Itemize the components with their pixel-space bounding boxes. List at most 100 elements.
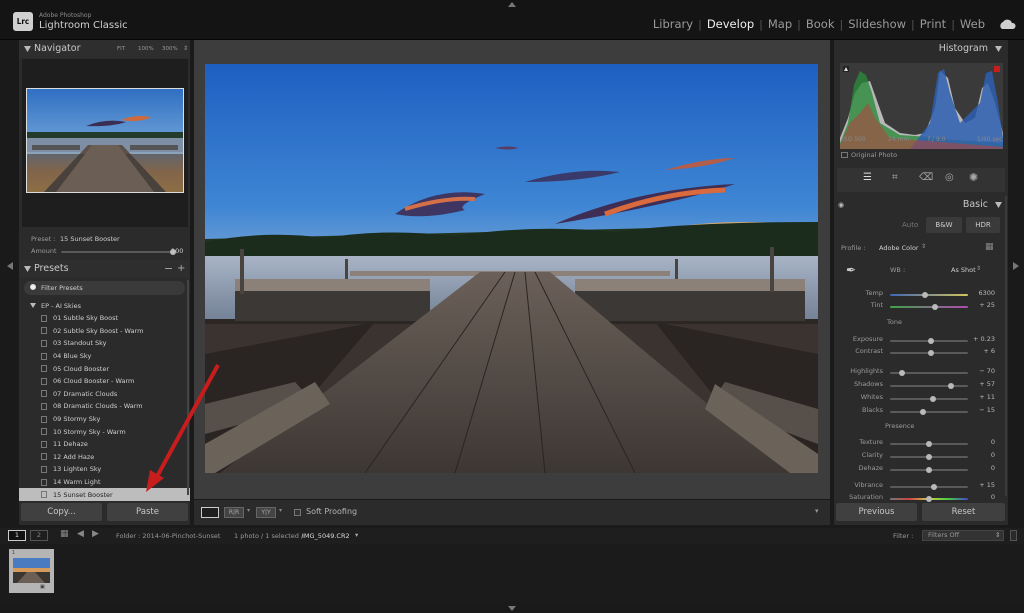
redeye-icon[interactable]: ◎ <box>945 172 954 183</box>
slider-value[interactable]: + 11 <box>965 393 995 401</box>
previous-button[interactable]: Previous <box>836 503 917 521</box>
zoom-fit[interactable]: FIT <box>117 40 125 58</box>
eyedropper-icon[interactable]: ✒ <box>846 263 856 277</box>
profile-dropdown[interactable]: Adobe Color <box>879 244 919 252</box>
module-slideshow[interactable]: Slideshow <box>843 17 911 31</box>
slider-track[interactable] <box>890 304 968 310</box>
basic-header[interactable]: ◉ Basic <box>834 196 1008 214</box>
filmstrip-thumbnail[interactable]: 1 ▣ <box>9 549 54 593</box>
slider-track[interactable] <box>890 338 968 344</box>
slider-whites[interactable]: Whites + 11 <box>834 393 1008 405</box>
back-arrow-icon[interactable]: ◀ <box>77 529 84 539</box>
preset-item[interactable]: 03 Standout Sky <box>19 337 190 350</box>
slider-shadows[interactable]: Shadows + 57 <box>834 380 1008 392</box>
zoom-100[interactable]: 100% <box>138 40 154 58</box>
slider-track[interactable] <box>890 396 968 402</box>
slider-highlights[interactable]: Highlights − 70 <box>834 367 1008 379</box>
module-develop[interactable]: Develop <box>702 17 759 31</box>
slider-knob[interactable] <box>926 467 932 473</box>
slider-track[interactable] <box>890 409 968 415</box>
presets-header[interactable]: Presets − + <box>19 260 190 278</box>
paste-button[interactable]: Paste <box>107 503 188 521</box>
filter-lock-icon[interactable] <box>1010 530 1017 541</box>
slider-track[interactable] <box>890 292 968 298</box>
slider-knob[interactable] <box>928 338 935 344</box>
chevron-down-icon[interactable]: ▾ <box>355 531 358 539</box>
slider-track[interactable] <box>890 467 968 473</box>
right-panel-toggle-icon[interactable] <box>1013 262 1019 270</box>
slider-knob[interactable] <box>947 383 954 389</box>
module-library[interactable]: Library <box>648 17 698 31</box>
slider-track[interactable] <box>890 383 968 389</box>
slider-track[interactable] <box>890 454 968 460</box>
crop-icon[interactable]: ⌗ <box>892 172 898 183</box>
slider-value[interactable]: + 25 <box>965 301 995 309</box>
slider-value[interactable]: 0 <box>965 451 995 459</box>
slider-knob[interactable] <box>899 370 906 376</box>
hdr-button[interactable]: HDR <box>966 217 1000 233</box>
slider-track[interactable] <box>890 350 968 356</box>
slider-track[interactable] <box>890 370 968 376</box>
preset-group[interactable]: EP - AI Skies <box>24 300 184 312</box>
add-preset-icon[interactable]: + <box>177 260 185 278</box>
filter-presets[interactable]: Filter Presets <box>24 281 185 295</box>
slider-value[interactable]: 0 <box>965 464 995 472</box>
right-scrollbar[interactable] <box>1005 196 1007 496</box>
module-web[interactable]: Web <box>955 17 990 31</box>
copy-button[interactable]: Copy... <box>21 503 102 521</box>
forward-arrow-icon[interactable]: ▶ <box>92 529 99 539</box>
slider-value[interactable]: − 15 <box>965 406 995 414</box>
reset-button[interactable]: Reset <box>922 503 1005 521</box>
before-after-view-icon[interactable]: R|R <box>224 507 244 518</box>
slider-knob[interactable] <box>926 454 932 460</box>
slider-knob[interactable] <box>928 350 935 356</box>
navigator-thumbnail[interactable] <box>26 88 184 193</box>
bottom-collapse-icon[interactable] <box>508 604 516 611</box>
slider-tint[interactable]: Tint + 25 <box>834 301 1008 313</box>
profile-browser-icon[interactable]: ▦ <box>985 242 994 252</box>
slider-value[interactable]: + 6 <box>965 347 995 355</box>
slider-vibrance[interactable]: Vibrance + 15 <box>834 481 1008 493</box>
top-collapse-icon[interactable] <box>508 0 516 7</box>
folder-label[interactable]: Folder : 2014-06-Pinchot-Sunset <box>116 532 220 540</box>
wb-dropdown[interactable]: As Shot <box>951 266 976 274</box>
cloud-sync-icon[interactable] <box>998 19 1016 29</box>
toolbar-menu-icon[interactable]: ▾ <box>815 507 819 515</box>
preset-item[interactable]: 02 Subtle Sky Boost - Warm <box>19 325 190 338</box>
bw-button[interactable]: B&W <box>926 217 962 233</box>
soft-proofing-checkbox[interactable] <box>294 509 301 516</box>
slider-knob[interactable] <box>922 292 929 298</box>
auto-button[interactable]: Auto <box>902 221 918 229</box>
slider-value[interactable]: 0 <box>965 438 995 446</box>
left-panel-toggle-icon[interactable] <box>7 262 13 270</box>
chevron-down-icon[interactable]: ▾ <box>247 507 250 514</box>
histogram-header[interactable]: Histogram <box>834 40 1008 58</box>
slider-value[interactable]: 6300 <box>965 289 995 297</box>
slider-contrast[interactable]: Contrast + 6 <box>834 347 1008 359</box>
slider-value[interactable]: + 0.23 <box>965 335 995 343</box>
zoom-more-icon[interactable]: ⇕ <box>183 40 188 58</box>
slider-knob[interactable] <box>926 496 932 502</box>
visibility-eye-icon[interactable]: ◉ <box>838 196 844 214</box>
edit-sliders-icon[interactable]: ☰ <box>863 172 872 183</box>
navigator-header[interactable]: Navigator FIT 100% 300% ⇕ <box>19 40 190 58</box>
slider-value[interactable]: + 15 <box>965 481 995 489</box>
slider-knob[interactable] <box>919 409 926 415</box>
slider-dehaze[interactable]: Dehaze 0 <box>834 464 1008 476</box>
amount-slider[interactable] <box>61 249 176 255</box>
slider-blacks[interactable]: Blacks − 15 <box>834 406 1008 418</box>
healing-icon[interactable]: ⌫ <box>919 172 933 183</box>
zoom-300[interactable]: 300% <box>162 40 178 58</box>
slider-track[interactable] <box>890 441 968 447</box>
filename[interactable]: IMG_5049.CR2 <box>302 532 350 540</box>
slider-texture[interactable]: Texture 0 <box>834 438 1008 450</box>
slider-exposure[interactable]: Exposure + 0.23 <box>834 335 1008 347</box>
window-1-button[interactable]: 1 <box>8 530 26 541</box>
filter-dropdown[interactable]: Filters Off <box>922 530 1004 541</box>
navigator-preview[interactable] <box>22 59 188 227</box>
slider-track[interactable] <box>890 496 968 502</box>
module-book[interactable]: Book <box>801 17 840 31</box>
masking-icon[interactable]: ✺ <box>969 171 978 184</box>
slider-knob[interactable] <box>929 396 936 402</box>
slider-clarity[interactable]: Clarity 0 <box>834 451 1008 463</box>
